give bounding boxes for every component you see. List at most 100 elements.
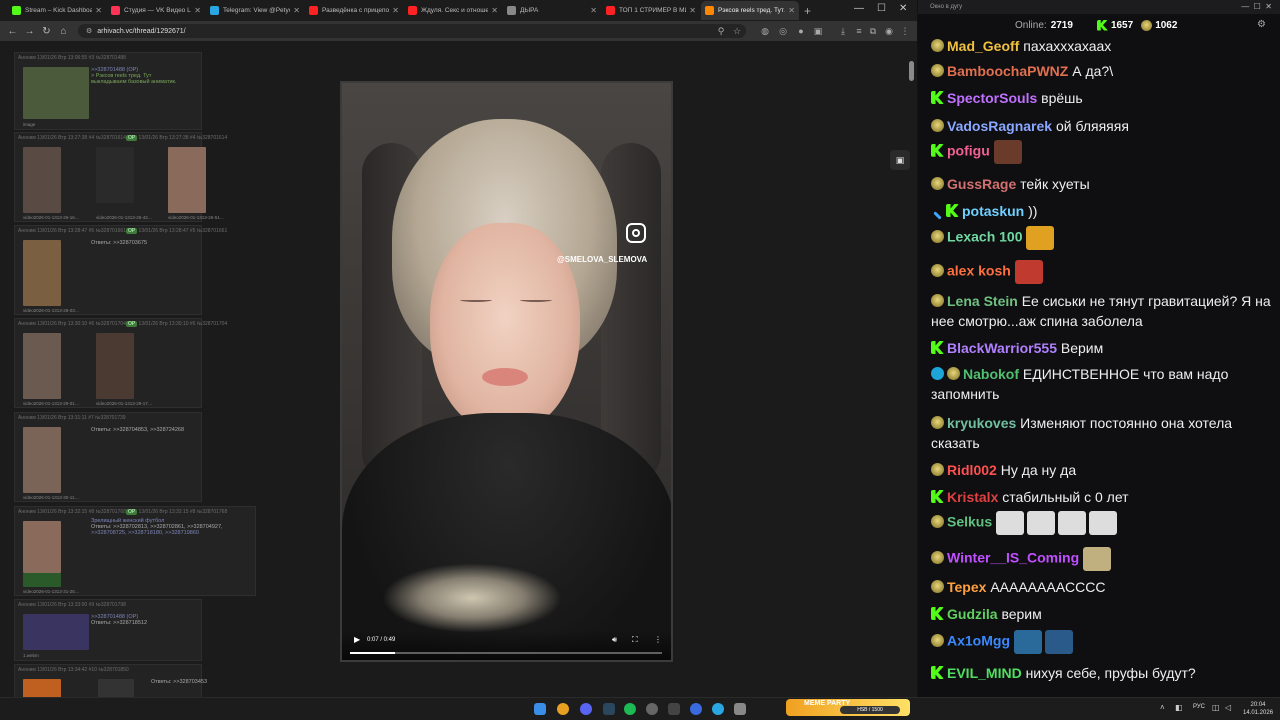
thumbnail-filename[interactable]: video2026-01-1313-29-01… bbox=[23, 401, 79, 406]
tab-close-icon[interactable]: ✕ bbox=[293, 6, 300, 15]
chat-username[interactable]: BamboochaPWNZ bbox=[947, 63, 1068, 79]
thumbnail-filename[interactable]: video2026-01-1313-26-51… bbox=[168, 215, 224, 220]
post-thumbnail[interactable] bbox=[23, 147, 61, 213]
obs-icon[interactable] bbox=[646, 703, 658, 715]
chat-username[interactable]: alex kosh bbox=[947, 263, 1011, 279]
post-thumbnail[interactable] bbox=[168, 147, 206, 213]
thumbnail-filename[interactable]: video2026-01-1313-31-25… bbox=[23, 589, 79, 594]
tray-chevron-icon[interactable]: ˄ bbox=[1160, 703, 1165, 712]
chat-window-controls[interactable]: — ☐ ✕ bbox=[1241, 2, 1272, 11]
chat-username[interactable]: VadosRagnarek bbox=[947, 118, 1052, 134]
extension-icon[interactable]: ◍ bbox=[760, 26, 770, 36]
volume-icon[interactable]: 🔊︎ bbox=[612, 635, 617, 645]
browser-tab[interactable]: Рэксов reels тред. Тут… ✕ bbox=[701, 1, 799, 20]
thumbnail-filename[interactable]: image bbox=[23, 122, 35, 127]
clock[interactable]: 20:04 14.01.2026 bbox=[1243, 701, 1273, 717]
chat-username[interactable]: Lexach 100 bbox=[947, 229, 1023, 245]
chat-username[interactable]: Gudzila bbox=[947, 606, 998, 622]
post-thumbnail[interactable] bbox=[23, 679, 61, 697]
chrome-icon[interactable] bbox=[557, 703, 569, 715]
tray-app-icon[interactable]: ◧ bbox=[1175, 703, 1183, 712]
thumbnail-filename[interactable]: video2026-01-1313-29-17… bbox=[96, 401, 152, 406]
address-bar[interactable]: ⚙ arhivach.vc/thread/1292671/ bbox=[78, 24, 746, 38]
volume-tray-icon[interactable]: ◁ bbox=[1225, 703, 1231, 712]
close-window-icon[interactable]: ✕ bbox=[899, 3, 907, 14]
home-icon[interactable]: ⌂ bbox=[55, 26, 72, 37]
settings-gear-icon[interactable]: ⚙ bbox=[1257, 19, 1266, 30]
chat-username[interactable]: Ridl002 bbox=[947, 462, 997, 478]
chat-username[interactable]: BlackWarrior555 bbox=[947, 340, 1057, 356]
thumbnail-filename[interactable]: video2026-01-1313-26-42… bbox=[96, 215, 152, 220]
start-menu-icon[interactable] bbox=[534, 703, 546, 715]
search-icon[interactable]: ⚲ bbox=[716, 26, 726, 36]
tab-close-icon[interactable]: ✕ bbox=[689, 6, 696, 15]
more-options-icon[interactable]: ⋮ bbox=[654, 635, 662, 644]
floating-chat-button[interactable]: ▣ bbox=[890, 150, 910, 170]
chat-username[interactable]: kryukoves bbox=[947, 415, 1016, 431]
chat-username[interactable]: Lena Stein bbox=[947, 293, 1018, 309]
browser-tab[interactable]: Разведёнка с прицепо… ✕ bbox=[305, 1, 403, 20]
forward-icon[interactable]: → bbox=[21, 26, 38, 37]
post-thumbnail[interactable] bbox=[98, 679, 134, 697]
chat-username[interactable]: pofigu bbox=[947, 143, 990, 159]
chat-username[interactable]: Kristalx bbox=[947, 489, 998, 505]
browser-tab[interactable]: Stream – Kick Dashboa…✕ bbox=[8, 1, 106, 20]
tab-close-icon[interactable]: ✕ bbox=[95, 6, 102, 15]
video-progress-track[interactable] bbox=[350, 652, 662, 654]
chat-username[interactable]: SpectorSouls bbox=[947, 90, 1037, 106]
chat-username[interactable]: potaskun bbox=[962, 203, 1024, 219]
menu-kebab-icon[interactable]: ⋮ bbox=[900, 26, 910, 36]
media-player-icon[interactable] bbox=[690, 703, 702, 715]
chat-username[interactable]: GussRage bbox=[947, 176, 1016, 192]
post-thumbnail[interactable] bbox=[23, 67, 89, 119]
chat-username[interactable]: Mad_Geoff bbox=[947, 38, 1019, 54]
tab-close-icon[interactable]: ✕ bbox=[392, 6, 399, 15]
app-icon-2[interactable] bbox=[734, 703, 746, 715]
input-language[interactable]: РУС bbox=[1193, 704, 1205, 710]
post-thumbnail[interactable] bbox=[96, 333, 134, 399]
chat-username[interactable]: Ax1oMgg bbox=[947, 633, 1010, 649]
bookmark-star-icon[interactable]: ☆ bbox=[732, 26, 742, 36]
post-thumbnail[interactable] bbox=[23, 427, 61, 493]
page-scrollbar[interactable] bbox=[909, 61, 914, 81]
browser-tab[interactable]: Ждуля. Секс и отношен…✕ bbox=[404, 1, 502, 20]
tab-close-icon[interactable]: ✕ bbox=[194, 6, 201, 15]
browser-tab[interactable]: ДЫРА ✕ bbox=[503, 1, 601, 20]
tab-close-icon[interactable]: ✕ bbox=[788, 6, 795, 15]
thumbnail-filename[interactable]: video2026-01-1313-28-03… bbox=[23, 308, 79, 313]
site-info-icon[interactable]: ⚙ bbox=[86, 27, 92, 35]
post-thumbnail[interactable] bbox=[96, 147, 134, 203]
post-replies[interactable]: Ответы: >>328703675 bbox=[91, 240, 147, 246]
thumbnail-filename[interactable]: video2026-01-1313-26-16… bbox=[23, 215, 79, 220]
chat-username[interactable]: Tepex bbox=[947, 579, 986, 595]
split-icon[interactable]: ⧉ bbox=[868, 26, 878, 36]
chat-username[interactable]: Winter__IS_Coming bbox=[947, 550, 1079, 566]
extensions-puzzle-icon[interactable]: ▣ bbox=[813, 26, 823, 36]
reload-icon[interactable]: ↻ bbox=[38, 26, 55, 37]
tab-close-icon[interactable]: ✕ bbox=[590, 6, 597, 15]
post-replies[interactable]: Ответы: >>328703453 bbox=[151, 679, 207, 685]
extension-icon-2[interactable]: ◎ bbox=[778, 26, 788, 36]
play-icon[interactable]: ▶ bbox=[354, 635, 360, 644]
tab-close-icon[interactable]: ✕ bbox=[491, 6, 498, 15]
video-player[interactable]: @SMELOVA_SLEMOVA ▶ 0:07 / 0:49 🔊︎ ⛶ ⋮ bbox=[340, 81, 673, 662]
post-thumbnail[interactable] bbox=[23, 521, 61, 573]
network-icon[interactable]: ◫ bbox=[1212, 703, 1220, 712]
extension-icon-3[interactable]: ● bbox=[796, 26, 806, 36]
post-text-line[interactable]: >>328708725, >>328718180, >>328719860 bbox=[91, 530, 223, 536]
new-tab-icon[interactable]: + bbox=[804, 4, 811, 18]
chat-username[interactable]: Nabokof bbox=[963, 366, 1019, 382]
post-thumbnail[interactable] bbox=[23, 240, 61, 306]
post-replies[interactable]: Ответы: >>328704853, >>328724268 bbox=[91, 427, 184, 433]
steam-icon[interactable] bbox=[603, 703, 615, 715]
post-replies[interactable]: Ответы: >>328718512 bbox=[91, 620, 147, 626]
profile-icon[interactable]: ◉ bbox=[884, 26, 894, 36]
post-thumbnail[interactable] bbox=[23, 614, 89, 650]
app-icon[interactable] bbox=[668, 703, 680, 715]
browser-tab[interactable]: Студия — VK Видео Li… ✕ bbox=[107, 1, 205, 20]
maximize-icon[interactable]: ☐ bbox=[877, 3, 886, 14]
thumbnail-filename[interactable]: 1.webm bbox=[23, 653, 39, 658]
post-thumbnail[interactable] bbox=[23, 573, 61, 587]
chat-username[interactable]: EVIL_MIND bbox=[947, 665, 1022, 681]
back-icon[interactable]: ← bbox=[4, 26, 21, 37]
